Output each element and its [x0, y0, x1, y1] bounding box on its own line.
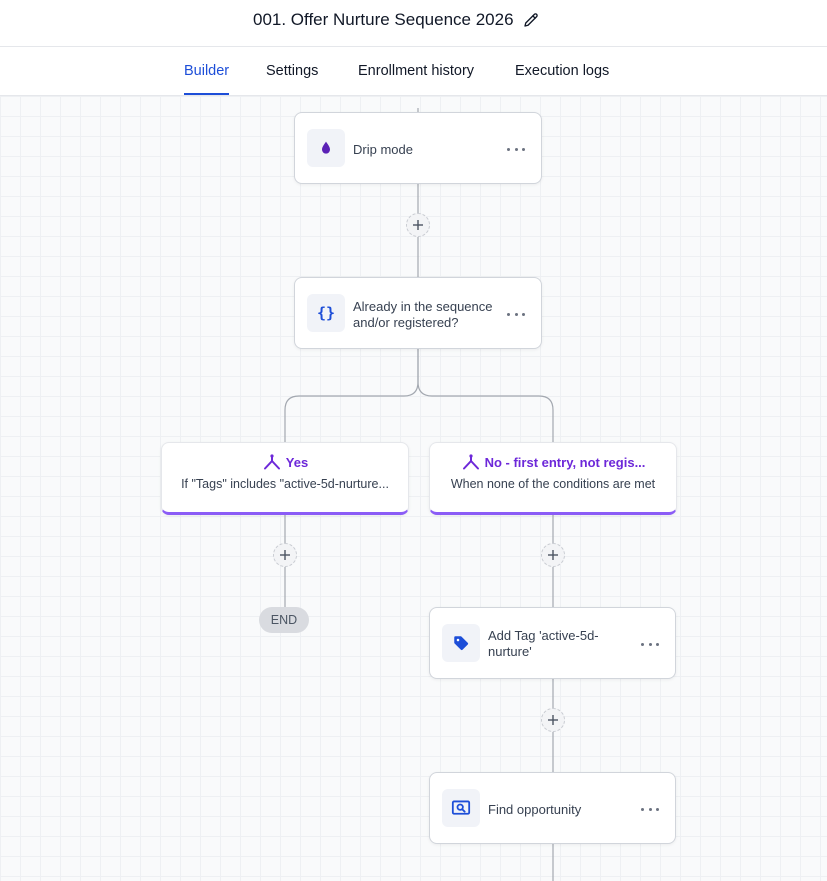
split-arrow-icon	[263, 454, 280, 470]
plus-icon	[548, 550, 558, 560]
plus-icon	[548, 715, 558, 725]
pencil-icon[interactable]	[522, 11, 540, 29]
node-icon-box	[307, 129, 345, 167]
tab-enrollment-history[interactable]: Enrollment history	[358, 63, 474, 95]
branch-description: If "Tags" includes "active-5d-nurture...	[181, 477, 389, 491]
workflow-header: 001. Offer Nurture Sequence 2026	[0, 0, 827, 47]
add-step-button[interactable]	[541, 708, 565, 732]
node-menu-button[interactable]	[507, 144, 525, 154]
workflow-canvas[interactable]: Drip mode {} Already in the sequence and…	[0, 96, 827, 881]
plus-icon	[280, 550, 290, 560]
node-icon-box	[442, 789, 480, 827]
search-box-icon	[451, 800, 471, 815]
node-menu-button[interactable]	[641, 804, 659, 814]
add-tag-node[interactable]: Add Tag 'active-5d- nurture'	[429, 607, 676, 679]
branch-description: When none of the conditions are met	[450, 477, 656, 491]
node-menu-button[interactable]	[507, 309, 525, 319]
tab-bar: Builder Settings Enrollment history Exec…	[0, 47, 827, 96]
curly-braces-icon: {}	[316, 304, 336, 322]
branch-yes[interactable]: Yes If "Tags" includes "active-5d-nurtur…	[161, 442, 409, 515]
branch-no[interactable]: No - first entry, not regis... When none…	[429, 442, 677, 515]
split-arrow-icon	[462, 454, 479, 470]
branch-name: No - first entry, not regis...	[484, 454, 646, 470]
add-step-button[interactable]	[541, 543, 565, 567]
add-step-button[interactable]	[406, 213, 430, 237]
node-icon-box	[442, 624, 480, 662]
workflow-title[interactable]: 001. Offer Nurture Sequence 2026	[253, 10, 514, 30]
node-label: Find opportunity	[488, 802, 582, 817]
tag-icon	[454, 636, 469, 651]
node-icon-box: {}	[307, 294, 345, 332]
node-menu-button[interactable]	[641, 639, 659, 649]
add-step-button[interactable]	[273, 543, 297, 567]
branch-name: Yes	[285, 454, 309, 470]
condition-node[interactable]: {} Already in the sequence and/or regist…	[294, 277, 542, 349]
branch-header: No - first entry, not regis...	[430, 453, 676, 471]
branch-header: Yes	[162, 453, 408, 471]
node-label: Add Tag 'active-5d- nurture'	[488, 628, 599, 659]
end-marker: END	[259, 607, 309, 633]
node-label: Already in the sequence and/or registere…	[353, 299, 493, 330]
tab-execution-logs[interactable]: Execution logs	[515, 63, 609, 95]
active-tab-indicator	[184, 93, 230, 95]
droplet-icon	[322, 141, 330, 154]
tab-settings[interactable]: Settings	[266, 63, 318, 95]
drip-mode-node[interactable]: Drip mode	[294, 112, 542, 184]
node-label: Drip mode	[353, 142, 413, 157]
plus-icon	[413, 220, 423, 230]
find-opportunity-node[interactable]: Find opportunity	[429, 772, 676, 844]
tab-builder[interactable]: Builder	[184, 63, 230, 95]
